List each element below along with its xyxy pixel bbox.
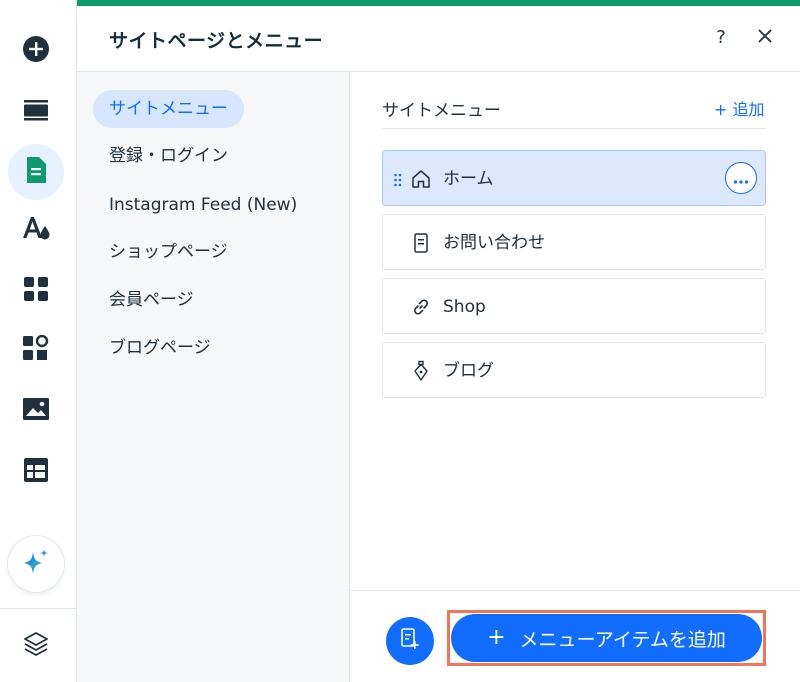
ai-assistant-button[interactable] (8, 536, 64, 592)
nav-item-blog-pages[interactable]: ブログページ (93, 329, 227, 367)
sections-icon (23, 96, 49, 126)
add-circle-icon (22, 35, 50, 67)
menu-item-label: ホーム (443, 169, 494, 189)
panel-header: サイトページとメニュー ? (77, 6, 800, 72)
apps-button[interactable] (8, 263, 64, 319)
nav-item-signup-login[interactable]: 登録・ログイン (93, 137, 244, 175)
menu-item-home[interactable]: ホーム (382, 150, 766, 206)
design-fonts-icon (21, 214, 51, 246)
close-button[interactable] (753, 26, 777, 50)
section-divider (382, 128, 766, 129)
home-icon (409, 167, 433, 191)
sections-button[interactable] (8, 83, 64, 139)
menu-item-shop[interactable]: Shop (382, 278, 766, 334)
nav-item-site-menu[interactable]: サイトメニュー (93, 90, 244, 128)
drag-handle-icon[interactable] (393, 172, 403, 187)
menu-item-label: Shop (443, 297, 486, 317)
layers-button[interactable] (8, 618, 64, 674)
site-design-button[interactable] (8, 202, 64, 258)
link-icon (409, 295, 433, 319)
add-menu-item-button[interactable]: + メニューアイテムを追加 (451, 614, 762, 662)
left-toolbar (0, 0, 77, 682)
menu-item-label: ブログ (443, 361, 494, 381)
panel-nav: サイトメニュー 登録・ログイン Instagram Feed (New) ショッ… (77, 72, 350, 682)
media-button[interactable] (8, 383, 64, 439)
apps-grid-icon (23, 276, 49, 306)
nav-item-instagram-feed[interactable]: Instagram Feed (New) (93, 186, 313, 224)
add-menu-item-label: メニューアイテムを追加 (519, 628, 726, 651)
pages-icon (24, 156, 48, 188)
menu-item-label: お問い合わせ (443, 233, 545, 253)
business-apps-button[interactable] (8, 323, 64, 379)
page-icon (409, 231, 433, 255)
media-image-icon (22, 397, 50, 425)
section-title: サイトメニュー (382, 101, 501, 121)
help-button[interactable]: ? (709, 26, 733, 50)
panel-footer: + メニューアイテムを追加 (350, 590, 800, 682)
add-page-icon (399, 627, 421, 655)
layers-icon (23, 631, 49, 661)
menu-item-blog[interactable]: ブログ (382, 342, 766, 398)
close-icon (757, 28, 773, 48)
pen-nib-icon (409, 359, 433, 383)
nav-item-shop-pages[interactable]: ショップページ (93, 233, 244, 271)
site-pages-panel: サイトページとメニュー ? サイトメニュー 登録・ログイン Instagram … (77, 0, 800, 682)
ai-sparkle-icon (20, 546, 52, 582)
add-link[interactable]: + 追加 (714, 96, 765, 120)
cms-button[interactable] (8, 444, 64, 500)
pages-menus-button[interactable] (8, 144, 64, 200)
more-actions-button[interactable] (725, 162, 757, 194)
add-elements-button[interactable] (8, 23, 64, 79)
add-page-button[interactable] (386, 617, 434, 665)
nav-item-member-pages[interactable]: 会員ページ (93, 281, 210, 319)
menu-item-contact[interactable]: お問い合わせ (382, 214, 766, 270)
plus-icon: + (487, 625, 506, 650)
panel-title: サイトページとメニュー (109, 30, 324, 52)
cms-table-icon (23, 457, 49, 487)
add-apps-puzzle-icon (22, 334, 50, 367)
rail-divider (0, 608, 76, 609)
site-menu-content: サイトメニュー + 追加 ホーム お問い合わせ Shop ブログ + メニューア… (350, 72, 800, 682)
more-actions-icon (733, 169, 749, 188)
